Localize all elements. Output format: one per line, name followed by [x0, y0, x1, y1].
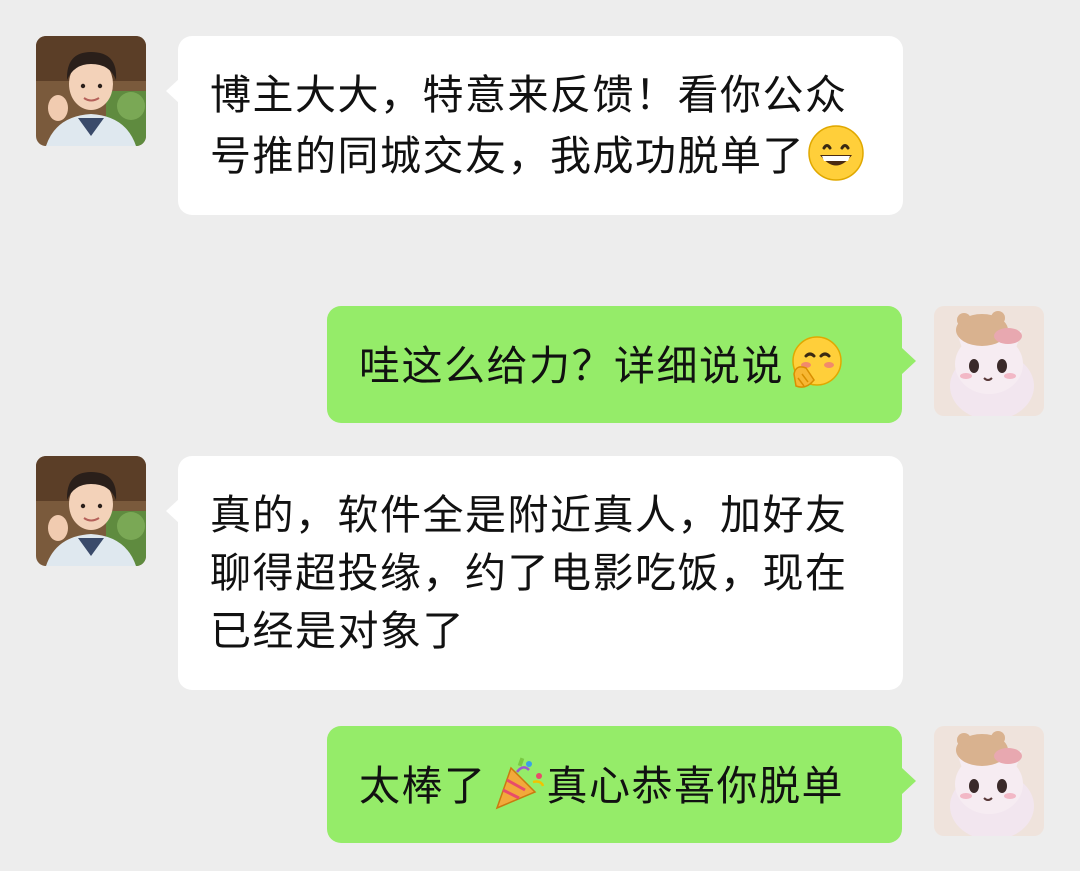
message-text: 真心恭喜你脱单: [546, 762, 844, 810]
bubble-tail: [902, 348, 916, 374]
young-man-avatar[interactable]: [36, 456, 146, 566]
message-text: 真的，软件全是附近真人，加好友聊得超投缘，约了电影吃饭，现在已经是对象了: [210, 491, 848, 655]
young-man-avatar[interactable]: [36, 36, 146, 146]
plush-cat-avatar[interactable]: [934, 306, 1044, 416]
plush-cat-avatar[interactable]: [934, 726, 1044, 836]
chat-bubble[interactable]: 博主大大，特意来反馈！看你公众号推的同城交友，我成功脱单了: [178, 36, 903, 215]
chat-bubble[interactable]: 真的，软件全是附近真人，加好友聊得超投缘，约了电影吃饭，现在已经是对象了: [178, 456, 903, 690]
bubble-tail: [902, 768, 916, 794]
face-with-hand-over-mouth-emoji: [786, 334, 844, 392]
grinning-face-emoji: [807, 124, 865, 182]
chat-bubble[interactable]: 太棒了 真心恭喜你脱单: [327, 726, 902, 843]
party-popper-emoji: [489, 754, 547, 812]
message-text: 哇这么给力？详细说说: [359, 342, 784, 390]
chat-bubble[interactable]: 哇这么给力？详细说说: [327, 306, 902, 423]
message-text: 博主大大，特意来反馈！看你公众号推的同城交友，我成功脱单了: [210, 71, 848, 180]
message-text: 太棒了: [359, 762, 487, 810]
